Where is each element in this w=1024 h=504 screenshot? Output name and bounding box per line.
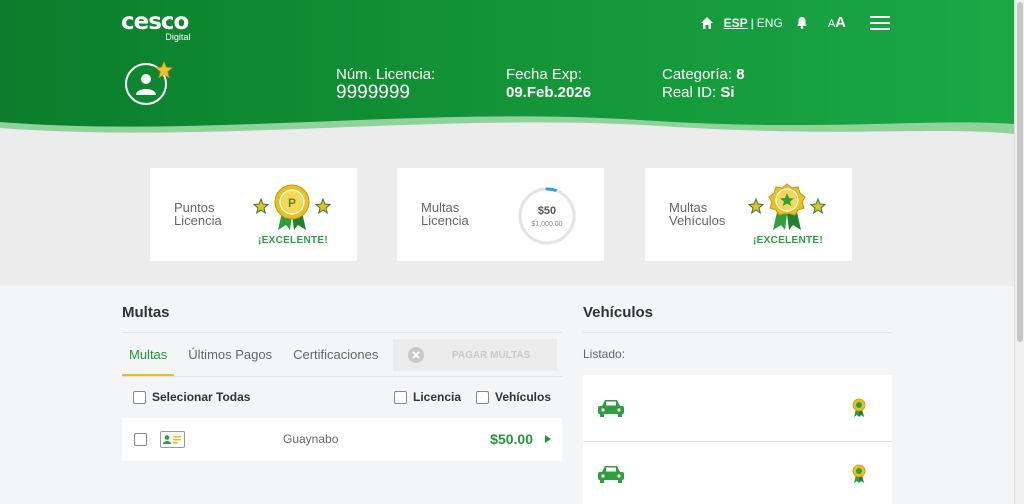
- license-card-icon: [160, 431, 185, 448]
- vehicle-fines-card-label: Multas Vehículos: [669, 201, 725, 227]
- cesco-logo[interactable]: cesco Digital: [121, 9, 190, 42]
- filter-license-checkbox[interactable]: [394, 390, 407, 404]
- vehicles-title-divider: [583, 332, 892, 333]
- category-label: Categoría:: [662, 66, 733, 83]
- logo-brand: cesco: [121, 9, 189, 35]
- realid-label: Real ID:: [662, 84, 717, 101]
- user-icon: [136, 74, 156, 95]
- star-icon: [155, 61, 173, 79]
- tab-multas[interactable]: Multas: [122, 339, 175, 377]
- filter-vehicles-row: Vehículos: [476, 390, 551, 404]
- select-all-checkbox[interactable]: [133, 390, 146, 404]
- points-card-label-line2: Licencia: [174, 213, 222, 228]
- expiration-block: Fecha Exp: 09.Feb.2026: [506, 66, 591, 102]
- chevron-right-icon[interactable]: [545, 435, 551, 443]
- fine-row[interactable]: Guaynabo $50.00: [122, 418, 562, 461]
- top-nav: ESP | ENG AA: [700, 14, 890, 31]
- realid-value: Si: [720, 84, 735, 101]
- fines-title-divider: [122, 332, 562, 333]
- license-fines-label-line2: Licencia: [421, 213, 469, 228]
- star-medal-icon: [747, 183, 827, 230]
- lang-separator: |: [750, 15, 754, 30]
- select-all-label: Selecionar Todas: [152, 390, 251, 404]
- filter-license-row: Licencia: [394, 390, 461, 404]
- hamburger-menu-icon[interactable]: [870, 15, 890, 30]
- category-block: Categoría: 8 Real ID: Si: [662, 66, 745, 102]
- filter-vehicles-label: Vehículos: [495, 390, 552, 404]
- category-value: 8: [736, 66, 745, 83]
- home-icon[interactable]: [700, 16, 714, 30]
- bell-icon[interactable]: [796, 16, 808, 29]
- font-size-toggle[interactable]: AA: [828, 14, 846, 31]
- fine-row-checkbox[interactable]: [134, 433, 147, 446]
- font-large-label: A: [835, 14, 846, 31]
- pay-fines-button[interactable]: PAGAR MULTAS: [393, 339, 557, 371]
- vehicle-fines-status: ¡EXCELENTE!: [753, 235, 823, 246]
- svg-text:P: P: [288, 196, 296, 210]
- filter-vehicles-checkbox[interactable]: [476, 390, 489, 404]
- tabs-divider: [122, 376, 562, 377]
- license-fines-card[interactable]: Multas Licencia $50 $1,000.00: [397, 168, 604, 261]
- fines-section-title: Multas: [122, 304, 170, 321]
- fines-tabs: Multas Últimos Pagos Certificaciones: [122, 339, 392, 377]
- filter-license-label: Licencia: [413, 390, 462, 404]
- vehicle-fines-card[interactable]: Multas Vehículos ¡EXCELENTE!: [645, 168, 852, 261]
- points-status: ¡EXCELENTE!: [258, 235, 328, 246]
- lang-eng-link[interactable]: ENG: [757, 16, 783, 30]
- fine-row-amount: $50.00: [490, 431, 533, 447]
- page-scrollbar[interactable]: [1014, 0, 1024, 504]
- pay-fines-label: PAGAR MULTAS: [452, 349, 531, 361]
- vehicles-list-label: Listado:: [583, 347, 626, 361]
- scrollbar-thumb[interactable]: [1017, 2, 1023, 342]
- tab-certificaciones[interactable]: Certificaciones: [286, 339, 385, 377]
- fines-gauge-amount: $50: [537, 205, 557, 217]
- header-wave: [0, 116, 1014, 150]
- p-medal-icon: P: [252, 184, 332, 230]
- vehicle-medal-icon: [852, 464, 866, 483]
- license-fines-card-label: Multas Licencia: [421, 201, 469, 227]
- header: cesco Digital ESP | ENG AA Núm. Licencia…: [0, 0, 1014, 150]
- license-number-block: Núm. Licencia: 9999999: [336, 66, 435, 102]
- logo-sub: Digital: [165, 32, 191, 42]
- tab-ultimos-pagos[interactable]: Últimos Pagos: [181, 339, 279, 377]
- close-circle-icon: [408, 347, 424, 363]
- car-icon: [598, 400, 624, 417]
- vehicle-list-item[interactable]: [583, 442, 892, 504]
- car-icon: [598, 466, 624, 483]
- vehicle-fines-label-line2: Vehículos: [669, 213, 726, 228]
- user-avatar[interactable]: [125, 61, 173, 105]
- vehicle-medal-icon: [852, 398, 866, 417]
- fines-gauge-max: $1,000.00: [531, 221, 563, 228]
- select-all-row: Selecionar Todas: [133, 390, 250, 404]
- vehicles-section-title: Vehículos: [583, 304, 654, 321]
- expiration-label: Fecha Exp:: [506, 66, 582, 83]
- fine-row-city: Guaynabo: [283, 432, 339, 446]
- vehicle-list-item[interactable]: [583, 375, 892, 441]
- fines-gauge: $50 $1,000.00: [518, 187, 576, 245]
- points-card-label: Puntos Licencia: [174, 201, 222, 227]
- lang-esp-link[interactable]: ESP: [724, 16, 748, 30]
- license-number-value: 9999999: [336, 82, 410, 103]
- points-card[interactable]: Puntos Licencia P ¡EXCELENTE!: [150, 168, 357, 261]
- expiration-value: 09.Feb.2026: [506, 84, 592, 101]
